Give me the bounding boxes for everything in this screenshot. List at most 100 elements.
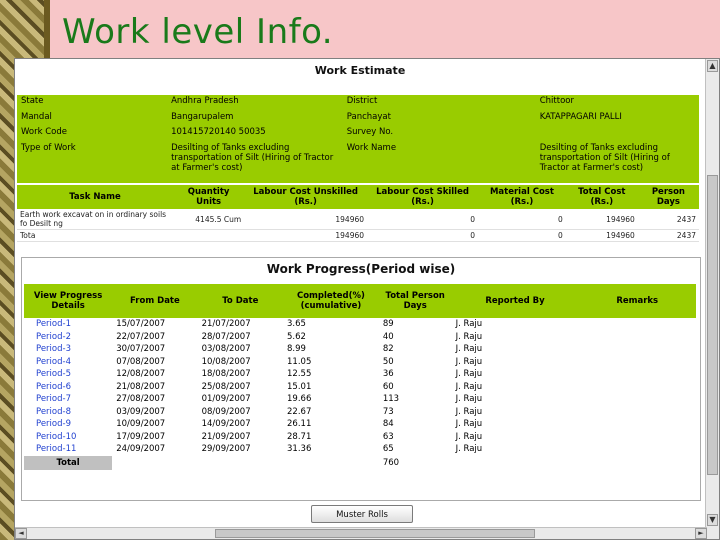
scroll-down-icon[interactable]: ▼ — [707, 514, 718, 526]
progress-cell-completed: 26.11 — [287, 419, 312, 429]
progress-cell-days: 40 — [382, 331, 394, 342]
period-link[interactable]: Period-8 — [24, 406, 112, 419]
period-link[interactable]: Period-4 — [24, 356, 112, 369]
progress-cell-to: 01/09/2007 — [201, 394, 251, 404]
progress-cell-from: 12/08/2007 — [116, 369, 166, 379]
progress-cell-remarks — [578, 343, 696, 356]
progress-cell-to: 10/08/2007 — [201, 356, 251, 367]
progress-cell-from: 03/09/2007 — [116, 406, 166, 417]
progress-row: Period-10 17/09/2007 21/09/2007 28.71 63 J. R… — [24, 431, 696, 444]
progress-cell-completed: 8.99 — [287, 344, 306, 354]
total-spacer — [198, 456, 283, 470]
progress-cell-to: 29/09/2007 — [201, 444, 251, 454]
progress-header: Total Person Days — [385, 291, 445, 311]
progress-cell-remarks — [578, 318, 696, 331]
progress-cell-days: 89 — [382, 319, 394, 329]
period-link[interactable]: Period-2 — [24, 331, 112, 344]
task-header: Task Name — [69, 192, 121, 202]
period-link[interactable]: Period-11 — [24, 443, 112, 456]
progress-header: Completed(%) (cumulative) — [296, 291, 365, 311]
progress-cell-by: J. Raju — [455, 319, 483, 329]
task-table: Task Name Quantity Units Labour Cost Unski… — [17, 185, 699, 242]
progress-cell-from: 15/07/2007 — [116, 319, 166, 329]
muster-rolls-button[interactable]: Muster Rolls — [311, 505, 413, 523]
progress-cell-completed: 15.01 — [287, 381, 312, 392]
h-scroll-thumb[interactable] — [215, 529, 535, 538]
progress-row: Period-4 07/08/2007 10/08/2007 11.05 50 J. Ra… — [24, 356, 696, 369]
progress-table: View Progress Details From Date To Date Com… — [24, 284, 696, 470]
progress-cell-completed: 28.71 — [287, 431, 312, 442]
task-cell-skilled: 0 — [367, 229, 479, 242]
progress-row: Period-1 15/07/2007 21/07/2007 3.65 89 J. Raj… — [24, 318, 696, 331]
progress-row: Period-9 10/09/2007 14/09/2007 26.11 84 J. Ra… — [24, 418, 696, 431]
progress-cell-to: 21/09/2007 — [201, 431, 251, 442]
progress-cell-remarks — [578, 368, 696, 381]
scroll-thumb[interactable] — [707, 175, 718, 475]
progress-cell-remarks — [578, 393, 696, 406]
progress-header: To Date — [222, 296, 259, 306]
progress-cell-from: 27/08/2007 — [116, 394, 166, 404]
info-label: District — [346, 96, 378, 106]
info-label: Panchayat — [346, 111, 391, 122]
progress-row: Period-2 22/07/2007 28/07/2007 5.62 40 J. Raj… — [24, 331, 696, 344]
progress-cell-by: J. Raju — [455, 369, 483, 379]
task-header: Quantity Units — [187, 187, 230, 207]
progress-cell-by: J. Raju — [455, 431, 483, 442]
scroll-right-icon[interactable]: ► — [695, 528, 707, 539]
progress-cell-to: 03/08/2007 — [201, 344, 251, 354]
task-header: Material Cost (Rs.) — [489, 187, 554, 207]
task-cell-days: 2437 — [637, 229, 699, 242]
scroll-left-icon[interactable]: ◄ — [15, 528, 27, 539]
task-cell-total: 194960 — [565, 229, 638, 242]
scroll-up-icon[interactable]: ▲ — [707, 60, 718, 72]
period-link[interactable]: Period-1 — [24, 318, 112, 331]
progress-cell-completed: 31.36 — [287, 444, 312, 454]
period-link[interactable]: Period-5 — [24, 368, 112, 381]
info-row: Mandal Bangarupalem Panchayat KATAPPAGARI P… — [17, 111, 699, 127]
progress-cell-remarks — [578, 431, 696, 444]
progress-cell-days: 60 — [382, 381, 394, 392]
period-link[interactable]: Period-7 — [24, 393, 112, 406]
total-spacer — [452, 456, 579, 470]
info-value: Andhra Pradesh — [171, 96, 239, 106]
total-spacer — [283, 456, 379, 470]
period-link[interactable]: Period-9 — [24, 418, 112, 431]
work-progress-panel: Work Progress(Period wise) View Progress… — [21, 257, 701, 501]
progress-cell-days: 36 — [382, 369, 394, 379]
info-label: Survey No. — [346, 127, 394, 138]
progress-cell-from: 21/08/2007 — [116, 381, 166, 392]
progress-cell-days: 65 — [382, 444, 394, 454]
task-cell-days: 2437 — [637, 209, 699, 230]
progress-cell-remarks — [578, 356, 696, 369]
total-label: Total — [24, 455, 113, 470]
task-cell-total: 194960 — [565, 209, 638, 230]
progress-cell-from: 30/07/2007 — [116, 344, 166, 354]
info-label: Type of Work — [21, 142, 76, 153]
info-value: Desilting of Tanks excluding transportat… — [171, 142, 334, 173]
estimate-info-table: State Andhra Pradesh District Chittoor Manda… — [17, 95, 699, 183]
period-link[interactable]: Period-6 — [24, 381, 112, 394]
task-header: Total Cost (Rs.) — [578, 187, 626, 207]
vertical-scrollbar[interactable]: ▲ ▼ — [705, 59, 719, 539]
task-cell-material: 0 — [478, 209, 566, 230]
progress-cell-from: 10/09/2007 — [116, 419, 166, 429]
progress-row: Period-8 03/09/2007 08/09/2007 22.67 73 J. Ra… — [24, 406, 696, 419]
period-link[interactable]: Period-10 — [24, 431, 112, 444]
progress-row: Period-3 30/07/2007 03/08/2007 8.99 82 J. Raj… — [24, 343, 696, 356]
progress-cell-remarks — [578, 331, 696, 344]
progress-cell-days: 82 — [382, 344, 394, 354]
progress-header: From Date — [130, 296, 180, 306]
progress-total-row: Total 760 — [24, 455, 696, 470]
horizontal-scrollbar[interactable]: ◄ ► — [15, 527, 707, 539]
progress-row: Period-7 27/08/2007 01/09/2007 19.66 113 J. R… — [24, 393, 696, 406]
info-row: State Andhra Pradesh District Chittoor — [17, 95, 699, 111]
task-row: Tota 194960 0 0 194960 2437 — [17, 229, 699, 242]
progress-cell-days: 63 — [382, 431, 394, 442]
progress-cell-remarks — [578, 406, 696, 419]
info-value: Bangarupalem — [171, 111, 234, 122]
progress-cell-remarks — [578, 381, 696, 394]
task-cell-skilled: 0 — [367, 209, 479, 230]
progress-cell-to: 14/09/2007 — [201, 419, 251, 429]
progress-header: View Progress Details — [33, 291, 103, 311]
period-link[interactable]: Period-3 — [24, 343, 112, 356]
